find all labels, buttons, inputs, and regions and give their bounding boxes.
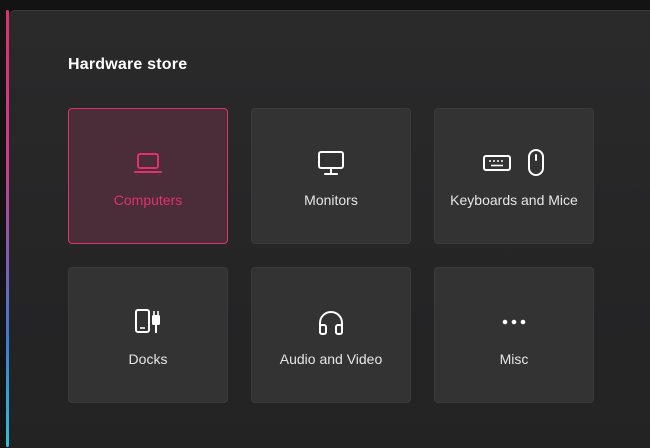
category-tile-monitors[interactable]: Monitors [251, 108, 411, 244]
category-tile-computers[interactable]: Computers [68, 108, 228, 244]
category-label: Computers [113, 192, 183, 208]
monitor-icon [318, 151, 344, 175]
category-tile-misc[interactable]: Misc [434, 267, 594, 403]
category-label: Docks [128, 351, 168, 367]
category-tile-keyboards-mice[interactable]: Keyboards and Mice [434, 108, 594, 244]
app-window: Hardware store Computers Monitors Keyboa… [0, 0, 650, 448]
dock-icon [135, 309, 160, 333]
category-tile-audio-video[interactable]: Audio and Video [251, 267, 411, 403]
more-icon [502, 319, 526, 325]
category-tile-docks[interactable]: Docks [68, 267, 228, 403]
headphones-icon [319, 311, 343, 335]
keyboard-icon [483, 155, 511, 171]
category-label: Keyboards and Mice [450, 192, 578, 208]
laptop-icon [134, 153, 162, 173]
category-label: Audio and Video [279, 351, 383, 367]
category-label: Misc [499, 351, 529, 367]
category-label: Monitors [304, 192, 358, 208]
page-title: Hardware store [68, 56, 188, 73]
mouse-icon [528, 149, 544, 176]
